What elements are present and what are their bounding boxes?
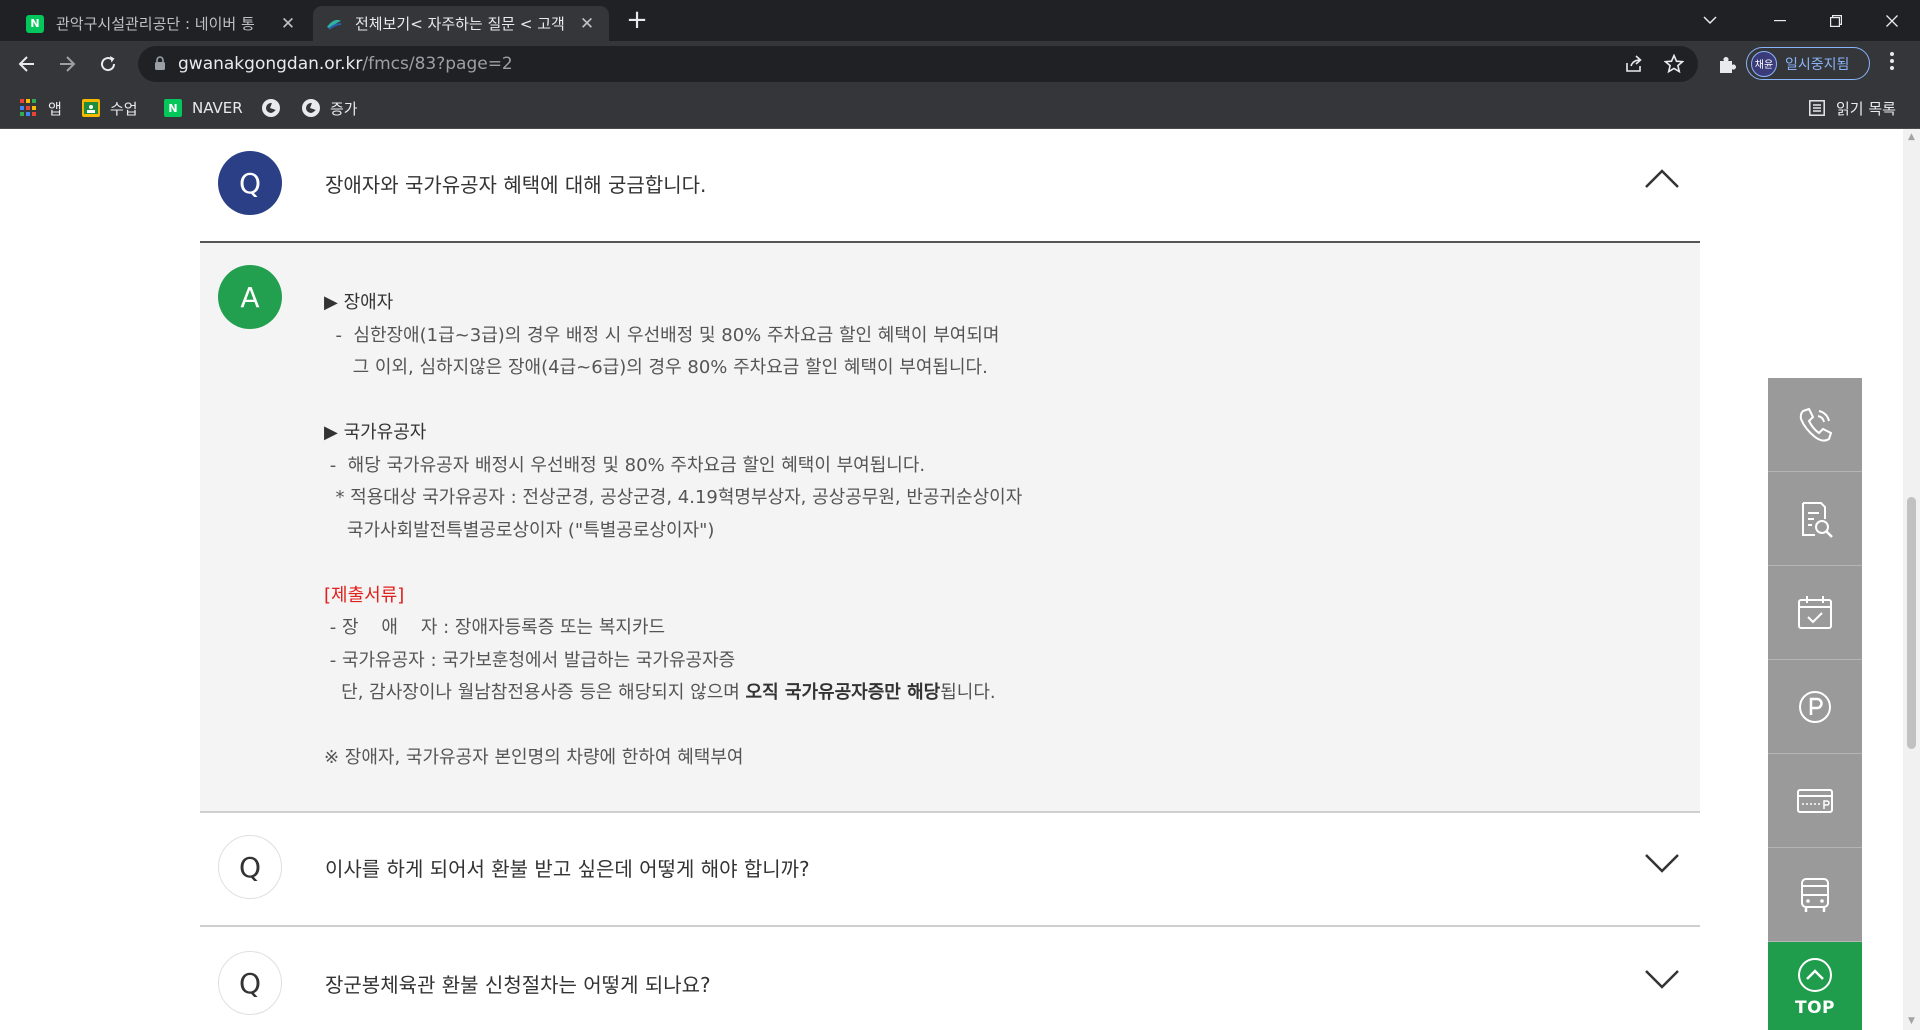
- faq-question-row[interactable]: Q 이사를 하게 되어서 환불 받고 싶은데 어떻게 해야 합니까?: [200, 813, 1700, 927]
- answer-line: - 국가유공자 : 국가보훈청에서 발급하는 국가유공자증: [324, 649, 736, 671]
- globe-icon: [262, 99, 280, 117]
- share-icon[interactable]: [1624, 54, 1644, 74]
- calendar-check-icon: [1798, 595, 1832, 629]
- document-search-icon: [1802, 501, 1833, 538]
- top-label: TOP: [1794, 998, 1835, 1018]
- close-window-icon[interactable]: [1864, 0, 1920, 41]
- restore-icon[interactable]: [1808, 0, 1864, 41]
- back-icon[interactable]: [13, 50, 41, 78]
- tab-faq[interactable]: 전체보기< 자주하는 질문 < 고객 ✕: [313, 6, 609, 41]
- answer-line: 그 이외, 심하지않은 장애(4급~6급)의 경우 80% 주차요금 할인 혜택…: [324, 357, 988, 378]
- naver-icon: N: [164, 99, 182, 117]
- url-text: gwanakgongdan.or.kr/fmcs/83?page=2: [178, 54, 513, 74]
- answer-line: - 심한장애(1급~3급)의 경우 배정 시 우선배정 및 80% 주차요금 할…: [324, 324, 1000, 346]
- sync-status: 일시중지됨: [1785, 56, 1850, 73]
- reading-list-icon: [1808, 99, 1826, 117]
- quick-parking-button[interactable]: [1768, 660, 1862, 754]
- avatar: 채윤: [1751, 50, 1777, 77]
- answer-body: ▶ 장애자 - 심한장애(1급~3급)의 경우 배정 시 우선배정 및 80% …: [324, 287, 1424, 775]
- scroll-top-button[interactable]: TOP: [1768, 942, 1862, 1030]
- faq-question-row[interactable]: Q 장군봉체육관 환불 신청절차는 어떻게 되나요?: [200, 929, 1700, 1030]
- quick-menu: TOP: [1768, 378, 1862, 1030]
- forward-icon[interactable]: [53, 50, 81, 78]
- address-bar[interactable]: gwanakgongdan.or.kr/fmcs/83?page=2: [138, 46, 1698, 82]
- lock-icon: [155, 56, 165, 70]
- bookmark-classroom[interactable]: 수업: [82, 96, 138, 120]
- more-menu-icon[interactable]: [1880, 51, 1904, 77]
- tab-search-icon[interactable]: [1682, 0, 1738, 41]
- answer-line: 단, 감사장이나 월남참전용사증 등은 해당되지 않으며 오직 국가유공자증만 …: [324, 682, 996, 703]
- faq-answer: A ▶ 장애자 - 심한장애(1급~3급)의 경우 배정 시 우선배정 및 80…: [200, 243, 1700, 813]
- gwanak-favicon-icon: [325, 14, 343, 33]
- chevron-down-icon[interactable]: [1644, 851, 1680, 875]
- question-text: 장애자와 국가유공자 혜택에 대해 궁금합니다.: [325, 173, 707, 197]
- answer-line: - 해당 국가유공자 배정시 우선배정 및 80% 주차요금 할인 혜택이 부여…: [324, 454, 926, 476]
- answer-badge: A: [218, 265, 282, 329]
- answer-section-title: ▶ 국가유공자: [324, 422, 427, 443]
- bookmark-star-icon[interactable]: [1663, 53, 1685, 74]
- tab-title: 전체보기< 자주하는 질문 < 고객: [355, 15, 565, 33]
- chevron-down-icon[interactable]: [1644, 967, 1680, 991]
- quick-reservation-button[interactable]: [1768, 566, 1862, 660]
- minimize-icon[interactable]: [1752, 0, 1808, 41]
- bus-icon: [1801, 877, 1829, 912]
- close-tab-icon[interactable]: ✕: [577, 14, 597, 34]
- bookmark-increase[interactable]: 증가: [302, 96, 358, 120]
- classroom-icon: [82, 99, 100, 117]
- answer-section-title: ▶ 장애자: [324, 292, 394, 313]
- answer-note: ※ 장애자, 국가유공자 본인명의 차량에 한하여 혜택부여: [324, 747, 744, 768]
- answer-line: - 장 애 자 : 장애자등록증 또는 복지카드: [324, 617, 666, 638]
- phone-icon: [1799, 407, 1833, 442]
- quick-search-doc-button[interactable]: [1768, 472, 1862, 566]
- parking-card-icon: [1797, 788, 1833, 813]
- arrow-up-circle-icon: [1798, 958, 1832, 992]
- apps-grid-icon: [20, 99, 38, 117]
- bookmarks-bar: 앱 수업 N NAVER 증가 읽기 목록: [0, 87, 1920, 129]
- question-text: 장군봉체육관 환불 신청절차는 어떻게 되나요?: [325, 973, 711, 997]
- bookmark-globe[interactable]: [262, 96, 290, 120]
- quick-parking-card-button[interactable]: [1768, 754, 1862, 848]
- parking-icon: [1799, 690, 1831, 723]
- scrollbar-thumb[interactable]: [1907, 497, 1916, 749]
- tab-naver[interactable]: N 관악구시설관리공단 : 네이버 통 ✕: [14, 6, 310, 41]
- new-tab-button[interactable]: +: [622, 6, 652, 36]
- faq-question-row[interactable]: Q 장애자와 국가유공자 혜택에 대해 궁금합니다.: [200, 129, 1700, 243]
- reload-icon[interactable]: [94, 50, 122, 78]
- window-controls: [1682, 0, 1920, 41]
- question-text: 이사를 하게 되어서 환불 받고 싶은데 어떻게 해야 합니까?: [325, 857, 810, 881]
- tab-title: 관악구시설관리공단 : 네이버 통: [56, 15, 255, 33]
- close-tab-icon[interactable]: ✕: [278, 14, 298, 34]
- extensions-icon[interactable]: [1716, 54, 1738, 76]
- profile-button[interactable]: 채윤 일시중지됨: [1746, 47, 1870, 80]
- answer-line: * 적용대상 국가유공자 : 전상군경, 공상군경, 4.19혁명부상자, 공상…: [324, 487, 1023, 508]
- question-badge: Q: [218, 951, 282, 1015]
- page-content: Q 장애자와 국가유공자 혜택에 대해 궁금합니다. A ▶ 장애자 - 심한장…: [0, 129, 1920, 1030]
- question-badge: Q: [218, 151, 282, 215]
- bookmark-naver[interactable]: N NAVER: [164, 96, 243, 120]
- scroll-up-arrow-icon[interactable]: ▲: [1903, 129, 1920, 146]
- question-badge: Q: [218, 835, 282, 899]
- scroll-down-arrow-icon[interactable]: ▼: [1903, 1013, 1920, 1030]
- tab-bar: N 관악구시설관리공단 : 네이버 통 ✕ 전체보기< 자주하는 질문 < 고객…: [0, 0, 1920, 41]
- emphasis-text: 오직 국가유공자증만 해당: [745, 682, 941, 703]
- page-scrollbar[interactable]: ▲ ▼: [1903, 129, 1920, 1030]
- reading-list-button[interactable]: 읽기 목록: [1808, 96, 1896, 120]
- globe-icon: [302, 99, 320, 117]
- answer-line: 국가사회발전특별공로상이자 ("특별공로상이자"): [324, 519, 715, 541]
- docs-title: [제출서류]: [324, 584, 405, 606]
- quick-bus-button[interactable]: [1768, 848, 1862, 942]
- browser-toolbar: gwanakgongdan.or.kr/fmcs/83?page=2 채윤 일시…: [0, 41, 1920, 87]
- naver-favicon-icon: N: [26, 14, 44, 33]
- bookmark-apps[interactable]: 앱: [20, 96, 62, 120]
- quick-call-button[interactable]: [1768, 378, 1862, 472]
- chevron-up-icon[interactable]: [1644, 167, 1680, 191]
